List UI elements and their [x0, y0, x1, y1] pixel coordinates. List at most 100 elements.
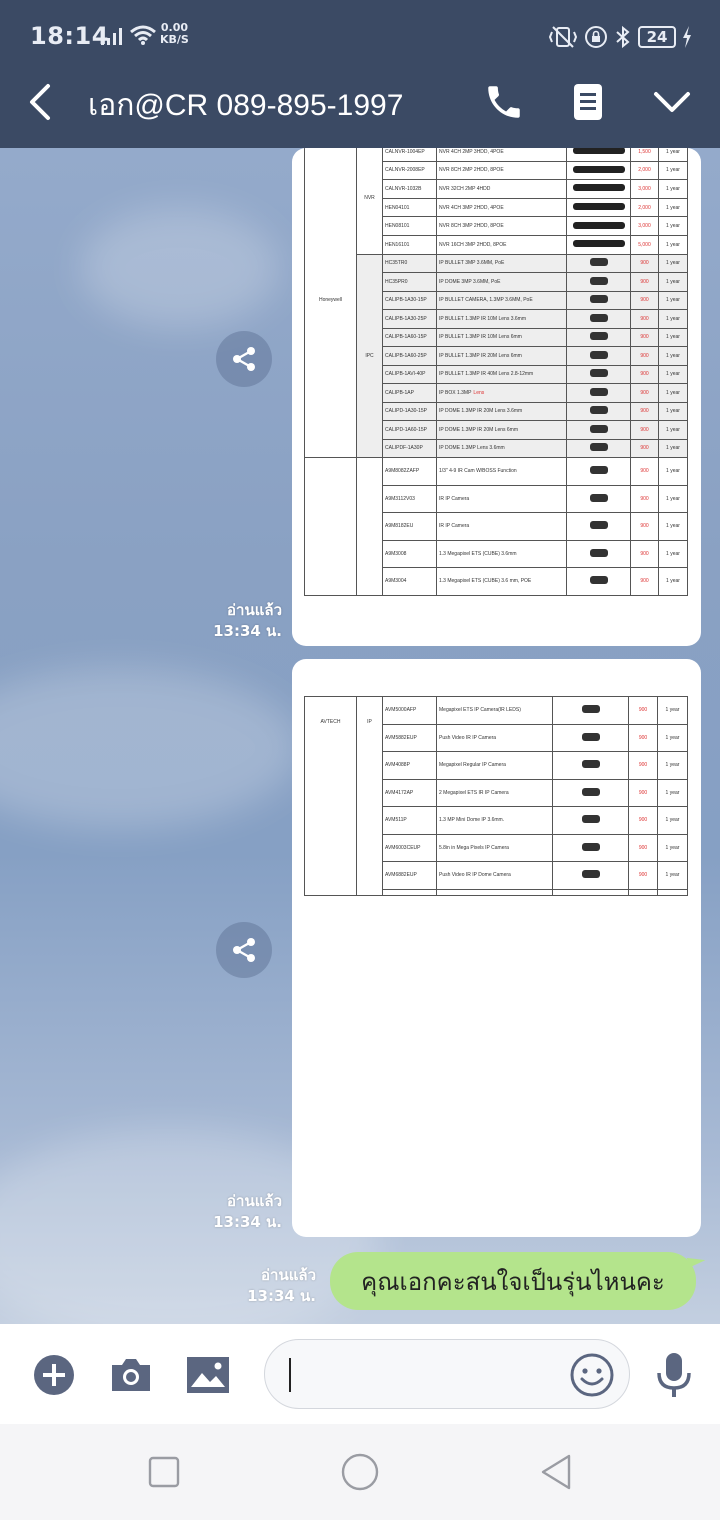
product-thumbnail [566, 272, 631, 292]
share-button[interactable] [216, 922, 272, 978]
product-price: 900 [630, 272, 659, 292]
back-nav-button[interactable] [534, 1450, 578, 1494]
product-thumbnail [566, 160, 631, 181]
camera-thumbnail-icon [589, 493, 608, 502]
product-model: AVM4172AP [382, 778, 437, 807]
product-model: AVM6003CEUP [382, 833, 437, 862]
voice-button[interactable] [651, 1352, 697, 1398]
camera-thumbnail-icon [581, 842, 600, 851]
product-thumbnail [566, 438, 631, 459]
chevron-down-icon [654, 92, 690, 112]
read-receipt: อ่านแล้ว [261, 1266, 316, 1284]
product-warranty: 1 year [658, 567, 688, 596]
image-message[interactable]: AVTECH IP AVM5000AFP Megapixel ETS IP Camer… [292, 659, 701, 1237]
product-warranty: 1 year [658, 160, 688, 181]
product-description: IP BULLET 1.3MP IR 10M Lens 3.6mm [436, 309, 567, 329]
product-warranty: 1 year [657, 833, 688, 862]
product-warranty: 1 year [658, 290, 688, 311]
table-row: A9M8082ZAFP 1/3" 4-9 IR Cam W/BOSS Functi… [304, 457, 688, 596]
product-thumbnail [566, 197, 631, 218]
text-caret [289, 1358, 291, 1392]
product-model: A9M3112V03 [382, 484, 437, 514]
product-warranty: 1 year [658, 364, 688, 385]
recorder-icon [572, 184, 625, 192]
product-price: 900 [628, 833, 658, 862]
empty-cell [552, 888, 629, 896]
recents-button[interactable] [142, 1450, 186, 1494]
share-button[interactable] [216, 331, 272, 387]
gallery-button[interactable] [185, 1352, 231, 1398]
product-description: 5.8in in Mega Pixels IP Camera [436, 833, 553, 862]
product-thumbnail [552, 723, 629, 752]
emoji-button[interactable] [569, 1352, 615, 1398]
product-price: 900 [630, 512, 659, 541]
image-icon [187, 1357, 229, 1393]
product-warranty: 1 year [658, 484, 688, 514]
brand-cell [304, 457, 357, 596]
battery-indicator: 24 [638, 26, 676, 48]
table-row: Honeywell NVR CALNVR-1004EP NVR 4CH 2MP 3HD… [304, 148, 688, 459]
image-message[interactable]: Honeywell NVR CALNVR-1004EP NVR 4CH 2MP 3HD… [292, 148, 701, 646]
triangle-back-icon [541, 1454, 571, 1490]
product-thumbnail [566, 216, 631, 236]
product-description: IP DOME 3MP 3.6MM, PoE [436, 272, 567, 292]
table-row: AVTECH IP AVM5000AFP Megapixel ETS IP Camer… [304, 696, 688, 896]
product-warranty: 1 year [658, 383, 688, 403]
product-thumbnail [566, 234, 631, 255]
product-price: 900 [630, 484, 659, 514]
product-description: NVR 16CH 3MP 2HDD, 8POE [436, 234, 567, 255]
product-description: 1.3 MP Mini Dome IP 3.6mm. [436, 806, 553, 835]
product-warranty: 1 year [658, 234, 688, 255]
product-model: CALNVR-2008EP [382, 160, 437, 181]
product-price: 900 [630, 539, 659, 569]
charging-icon [683, 26, 691, 48]
product-model: CALIPD-1A60-15P [382, 420, 437, 440]
table-row: IPC HC35TR0 IP BULLET 3MP 3.6MM, PoE 900 1 y… [304, 253, 688, 459]
camera-thumbnail-icon [589, 313, 608, 322]
product-price: 900 [628, 861, 658, 890]
camera-thumbnail-icon [581, 787, 600, 796]
back-button[interactable] [20, 78, 64, 126]
product-thumbnail [566, 346, 631, 366]
chevron-left-icon [30, 84, 50, 120]
status-icons: 24 [548, 22, 692, 52]
product-description: Push Video IR IP Dome Camera [436, 861, 553, 890]
empty-cell [657, 888, 688, 896]
product-description: 1/3" 4-9 IR Cam W/BOSS Function [436, 457, 567, 486]
message-text: คุณเอกคะสนใจเป็นรุ่นไหนคะ [361, 1267, 665, 1296]
message-text-field[interactable] [287, 1358, 557, 1392]
notes-button[interactable] [564, 78, 612, 126]
background-cloud [80, 208, 280, 328]
background-cloud [0, 668, 300, 828]
product-model: CALIPB-1AP [382, 383, 437, 403]
menu-button[interactable] [648, 78, 696, 126]
empty-cell [382, 888, 437, 896]
home-button[interactable] [338, 1450, 382, 1494]
product-model: CALIPB-1A60-25P [382, 346, 437, 366]
product-model: AVM5000AFP [382, 696, 437, 725]
product-description: IP BULLET 1.3MP IR 20M Lens 6mm [436, 346, 567, 366]
phone-icon [488, 86, 520, 118]
camera-thumbnail-icon [589, 387, 608, 396]
chat-title[interactable]: เอก@CR 089-895-1997 [88, 82, 403, 129]
call-button[interactable] [480, 78, 528, 126]
chat-header: เอก@CR 089-895-1997 [0, 56, 720, 148]
product-thumbnail [566, 383, 631, 403]
camera-thumbnail-icon [589, 576, 608, 585]
camera-thumbnail-icon [581, 815, 600, 824]
price-table-image: Honeywell NVR CALNVR-1004EP NVR 4CH 2MP 3HD… [304, 148, 688, 596]
system-nav-bar [0, 1424, 720, 1520]
product-model: A9M3008 [382, 539, 437, 569]
text-message-bubble[interactable]: คุณเอกคะสนใจเป็นรุ่นไหนคะ [330, 1252, 696, 1310]
product-warranty: 1 year [658, 420, 688, 440]
product-description: Megapixel Regular IP Camera [436, 751, 553, 780]
camera-thumbnail-icon [589, 295, 608, 304]
camera-thumbnail-icon [581, 760, 600, 769]
product-price: 900 [628, 751, 658, 780]
rotation-lock-icon [585, 26, 607, 48]
chat-area[interactable]: Honeywell NVR CALNVR-1004EP NVR 4CH 2MP 3HD… [0, 148, 720, 1324]
add-button[interactable] [31, 1352, 77, 1398]
camera-button[interactable] [108, 1352, 154, 1398]
message-input[interactable] [264, 1339, 630, 1409]
signal-icon [101, 28, 122, 45]
